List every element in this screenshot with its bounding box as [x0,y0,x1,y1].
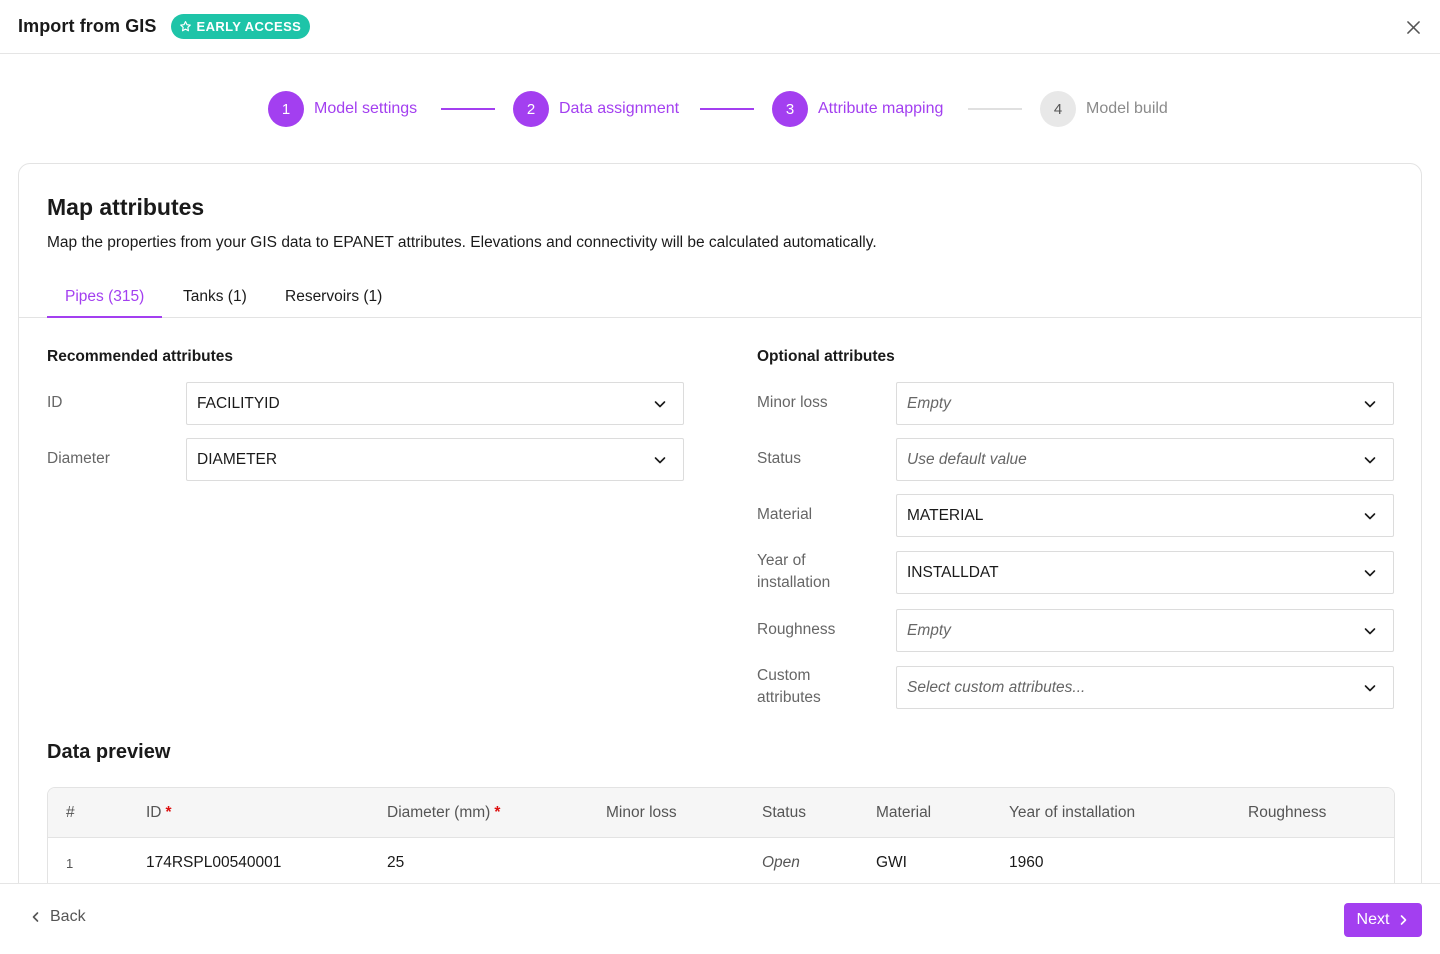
cell-status: Open [762,854,800,871]
col-header-status: Status [762,804,806,821]
step-connector [441,108,495,110]
select-value: Empty [907,621,951,639]
step-number: 1 [268,91,304,127]
minor-loss-select[interactable]: Empty [896,382,1394,425]
star-icon [179,21,191,32]
field-label-material: Material [757,506,813,523]
chevron-down-icon [654,401,666,408]
close-button[interactable] [1404,18,1422,36]
field-label-diameter: Diameter [47,450,110,467]
id-select[interactable]: FACILITYID [186,382,684,425]
next-button-label: Next [1356,911,1390,928]
step-model-build[interactable]: 4 Model build [1040,91,1168,127]
step-attribute-mapping[interactable]: 3 Attribute mapping [772,91,943,127]
roughness-select[interactable]: Empty [896,609,1394,652]
step-connector [700,108,754,110]
col-header-year-of-installation: Year of installation [1009,804,1136,821]
cell-id: 174RSPL00540001 [146,854,282,871]
chevron-left-icon [32,912,39,922]
early-access-badge: EARLY ACCESS [170,14,311,39]
step-model-settings[interactable]: 1 Model settings [268,91,417,127]
field-label-minor-loss: Minor loss [757,394,828,411]
select-value: FACILITYID [197,394,280,412]
select-value: Use default value [907,450,1027,468]
tab-pipes[interactable]: Pipes (315) [47,278,163,318]
col-header-id: ID * [146,804,172,822]
optional-title: Optional attributes [757,348,895,365]
custom-attributes-select[interactable]: Select custom attributes... [896,666,1394,709]
data-preview-title: Data preview [47,741,171,763]
select-value: INSTALLDAT [907,563,999,581]
chevron-down-icon [1364,457,1376,464]
cell-year-of-installation: 1960 [1009,854,1044,871]
step-data-assignment[interactable]: 2 Data assignment [513,91,679,127]
map-attributes-card: Map attributes Map the properties from y… [18,163,1422,923]
field-label-custom-attributes: Custom attributes [757,667,821,706]
next-button[interactable]: Next [1344,903,1422,937]
chevron-down-icon [1364,401,1376,408]
card-description: Map the properties from your GIS data to… [47,234,877,251]
col-header-diameter-label: Diameter (mm) [387,804,491,821]
dialog-title: Import from GIS [18,16,157,36]
select-value: Empty [907,394,951,412]
cell-index: 1 [66,856,74,871]
back-button[interactable]: Back [30,908,86,926]
status-select[interactable]: Use default value [896,438,1394,481]
field-label-status: Status [757,450,801,467]
close-icon [1406,20,1420,34]
col-header-material: Material [876,804,932,821]
cell-material: GWI [876,854,907,871]
tab-tanks[interactable]: Tanks (1) [165,278,265,318]
col-header-minor-loss: Minor loss [606,804,677,821]
step-label: Attribute mapping [818,100,944,117]
step-label: Model build [1086,100,1168,117]
table-header: # ID * Diameter (mm) * Minor loss Status M… [48,788,1394,838]
select-value: DIAMETER [197,450,278,468]
dialog-header: Import from GIS EARLY ACCESS [0,0,1440,54]
col-header-index: # [66,804,75,821]
chevron-right-icon [1401,915,1407,925]
chevron-down-icon [1364,685,1376,692]
diameter-select[interactable]: DIAMETER [186,438,684,481]
badge-label: EARLY ACCESS [196,19,302,34]
select-value: MATERIAL [907,506,984,524]
chevron-down-icon [1364,570,1376,577]
col-header-roughness: Roughness [1248,804,1327,821]
step-number: 4 [1040,91,1076,127]
cell-diameter: 25 [387,854,405,871]
step-connector [968,108,1022,110]
tab-bar: Pipes (315) Tanks (1) Reservoirs (1) [19,278,1421,318]
step-label: Data assignment [559,100,680,117]
field-label-year-of-installation: Year of installation [757,552,831,591]
year-of-installation-select[interactable]: INSTALLDAT [896,551,1394,594]
field-label-roughness: Roughness [757,621,836,638]
step-label: Model settings [314,100,418,117]
material-select[interactable]: MATERIAL [896,494,1394,537]
chevron-down-icon [1364,513,1376,520]
chevron-down-icon [654,457,666,464]
back-button-label: Back [50,908,86,925]
dialog-footer: Back Next [0,883,1440,954]
required-marker: * [494,804,501,821]
tab-reservoirs[interactable]: Reservoirs (1) [267,278,400,318]
step-number: 3 [772,91,808,127]
chevron-down-icon [1364,628,1376,635]
required-marker: * [165,804,172,821]
card-title: Map attributes [47,194,205,220]
recommended-title: Recommended attributes [47,348,234,365]
select-value: Select custom attributes... [907,678,1086,696]
col-header-id-label: ID [146,804,162,821]
stepper: 1 Model settings 2 Data assignment 3 Att… [0,91,1440,127]
col-header-diameter: Diameter (mm) * [387,804,500,822]
field-label-id: ID [47,394,63,411]
step-number: 2 [513,91,549,127]
